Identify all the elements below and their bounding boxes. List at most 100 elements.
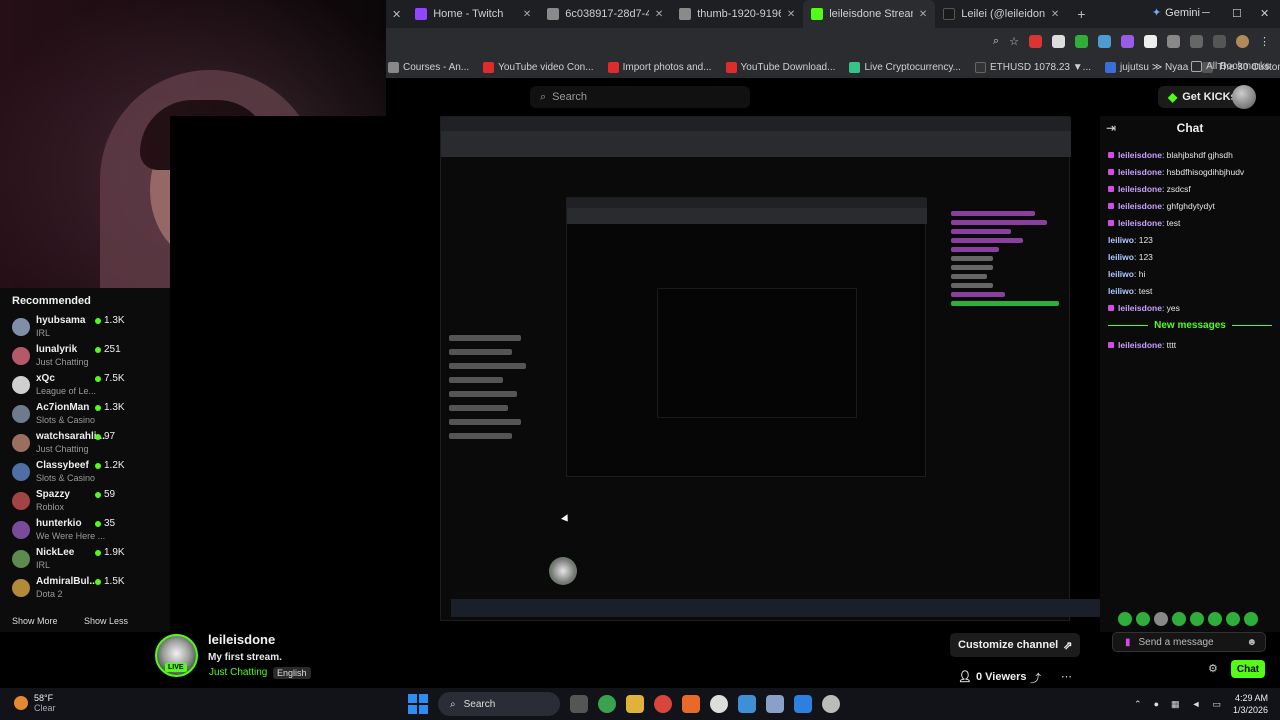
bookmark-item[interactable]: Courses - An... (388, 61, 469, 73)
bookmark-item[interactable]: ETHUSD 1078.23 ▼... (974, 61, 1091, 73)
tab-thumb-image[interactable]: thumb-1920-919671.jp ✕ (671, 0, 803, 28)
sidebar-icon[interactable] (1190, 35, 1203, 48)
chat-username[interactable]: leileisdone (1118, 167, 1162, 177)
app-icon[interactable] (738, 695, 756, 713)
clock[interactable]: 4:29 AM 1/3/2026 (1233, 692, 1268, 716)
sidebar-channel[interactable]: watchsarahli... Just Chatting 97 (12, 431, 127, 460)
chat-input[interactable]: ▮ Send a message ☻ (1112, 632, 1266, 652)
volume-icon[interactable]: ◄ (1192, 699, 1201, 709)
chat-username[interactable]: leileisdone (1118, 340, 1162, 350)
tab-close-icon[interactable]: ✕ (386, 8, 407, 21)
emote-icon[interactable] (1244, 612, 1258, 626)
bookmark-item[interactable]: Live Cryptocurrency... (849, 61, 961, 73)
taskbar-search[interactable]: ⌕ Search (438, 692, 560, 716)
emote-icon[interactable] (1136, 612, 1150, 626)
gemini-button[interactable]: ✦ Gemini (1152, 6, 1200, 20)
language-tag[interactable]: English (273, 667, 311, 679)
emote-icon[interactable] (1226, 612, 1240, 626)
microphone-icon[interactable]: ● (1154, 699, 1159, 709)
bookmark-item[interactable]: Import photos and... (607, 61, 712, 73)
sidebar-channel[interactable]: hyubsama IRL 1.3K (12, 315, 127, 344)
all-bookmarks-button[interactable]: All Bookmarks (1191, 61, 1270, 72)
star-icon[interactable]: ☆ (1009, 35, 1019, 48)
windows-start-icon[interactable] (408, 694, 428, 714)
xbox-icon[interactable] (598, 695, 616, 713)
gear-icon[interactable]: ⚙ (1208, 662, 1218, 675)
chat-username[interactable]: leiliwo (1108, 286, 1134, 296)
tab-kick-stream[interactable]: leileisdone Stream ✕ (803, 0, 936, 28)
bookmark-item[interactable]: jujutsu ≫ Nyaa (1105, 61, 1188, 73)
close-icon[interactable]: ✕ (1051, 9, 1059, 20)
show-more-button[interactable]: Show More (12, 616, 58, 626)
extension-icon[interactable] (1052, 35, 1065, 48)
close-icon[interactable]: ✕ (787, 9, 795, 20)
emote-icon[interactable] (1118, 612, 1132, 626)
video-player[interactable] (170, 116, 1100, 632)
extension-icon[interactable] (1121, 35, 1134, 48)
extension-icon[interactable] (1144, 35, 1157, 48)
more-icon[interactable]: ⋯ (1061, 670, 1072, 683)
record-extension-icon[interactable] (1029, 35, 1042, 48)
minimize-icon[interactable]: ─ (1202, 7, 1210, 19)
file-explorer-icon[interactable] (626, 695, 644, 713)
emote-icon[interactable] (1190, 612, 1204, 626)
chat-username[interactable]: leiliwo (1108, 235, 1134, 245)
sidebar-channel[interactable]: xQc League of Le... 7.5K (12, 373, 127, 402)
chat-username[interactable]: leiliwo (1108, 269, 1134, 279)
chrome-icon[interactable] (654, 695, 672, 713)
network-icon[interactable]: ▦ (1171, 699, 1180, 710)
bookmark-item[interactable]: YouTube Download... (725, 61, 835, 73)
emote-icon[interactable] (1208, 612, 1222, 626)
tab-tiktok[interactable]: Leilei (@leileidone) | Ti ✕ (935, 0, 1067, 28)
customize-channel-button[interactable]: Customize channel ⇗ (950, 633, 1081, 657)
close-icon[interactable]: ✕ (919, 9, 927, 20)
extension-icon[interactable] (1075, 35, 1088, 48)
send-chat-button[interactable]: Chat (1231, 660, 1265, 678)
sidebar-channel[interactable]: lunalyrik Just Chatting 251 (12, 344, 127, 373)
sidebar-channel[interactable]: NickLee IRL 1.9K (12, 547, 127, 576)
close-icon[interactable]: ✕ (655, 9, 663, 20)
sidebar-channel[interactable]: Classybeef Slots & Casino 1.2K (12, 460, 127, 489)
bookmark-item[interactable]: YouTube video Con... (483, 61, 594, 73)
extension-icon[interactable] (1098, 35, 1111, 48)
task-view-icon[interactable] (570, 695, 588, 713)
chat-username[interactable]: leileisdone (1118, 218, 1162, 228)
new-messages-divider[interactable]: New messages (1108, 320, 1272, 331)
zoom-icon[interactable]: ⌕ (993, 35, 999, 48)
search-input[interactable]: ⌕ Search (530, 86, 750, 108)
share-icon[interactable]: ⤴ (1030, 670, 1041, 686)
avatar[interactable] (1232, 85, 1256, 109)
download-icon[interactable] (1213, 35, 1226, 48)
obs-icon[interactable] (710, 695, 728, 713)
show-less-button[interactable]: Show Less (84, 616, 128, 626)
chat-username[interactable]: leiliwo (1108, 252, 1134, 262)
emote-icon[interactable] (1172, 612, 1186, 626)
chat-username[interactable]: leileisdone (1118, 184, 1162, 194)
stream-category[interactable]: Just Chatting (209, 667, 267, 678)
settings-icon[interactable] (766, 695, 784, 713)
app-icon[interactable] (822, 695, 840, 713)
emote-icon[interactable] (1154, 612, 1168, 626)
battery-icon[interactable]: ▭ (1212, 699, 1221, 710)
sidebar-channel[interactable]: Spazzy Roblox 59 (12, 489, 127, 518)
new-tab-button[interactable]: + (1067, 6, 1095, 22)
streamer-name[interactable]: leileisdone (208, 632, 275, 647)
address-bar[interactable]: ⌕ ☆ ⋮ (386, 28, 1280, 56)
puzzle-icon[interactable] (1167, 35, 1180, 48)
tab-home-twitch[interactable]: Home - Twitch ✕ (407, 0, 539, 28)
chat-username[interactable]: leileisdone (1118, 150, 1162, 160)
tab-image-file[interactable]: 6c038917-28d7-4221-9 ✕ (539, 0, 671, 28)
app-icon[interactable] (794, 695, 812, 713)
chevron-up-icon[interactable]: ⌃ (1134, 699, 1142, 710)
maximize-icon[interactable]: ☐ (1232, 7, 1242, 20)
app-icon[interactable] (682, 695, 700, 713)
chat-username[interactable]: leileisdone (1118, 303, 1162, 313)
sidebar-channel[interactable]: hunterkio We Were Here ... 35 (12, 518, 127, 547)
weather-widget[interactable]: 58°F Clear (14, 693, 56, 713)
sidebar-channel[interactable]: AdmiralBul... Dota 2 1.5K (12, 576, 127, 605)
menu-icon[interactable]: ⋮ (1259, 35, 1270, 48)
sidebar-channel[interactable]: Ac7ionMan Slots & Casino 1.3K (12, 402, 127, 431)
emoji-icon[interactable]: ☻ (1246, 637, 1257, 648)
profile-icon[interactable] (1236, 35, 1249, 48)
close-icon[interactable]: ✕ (523, 9, 531, 20)
